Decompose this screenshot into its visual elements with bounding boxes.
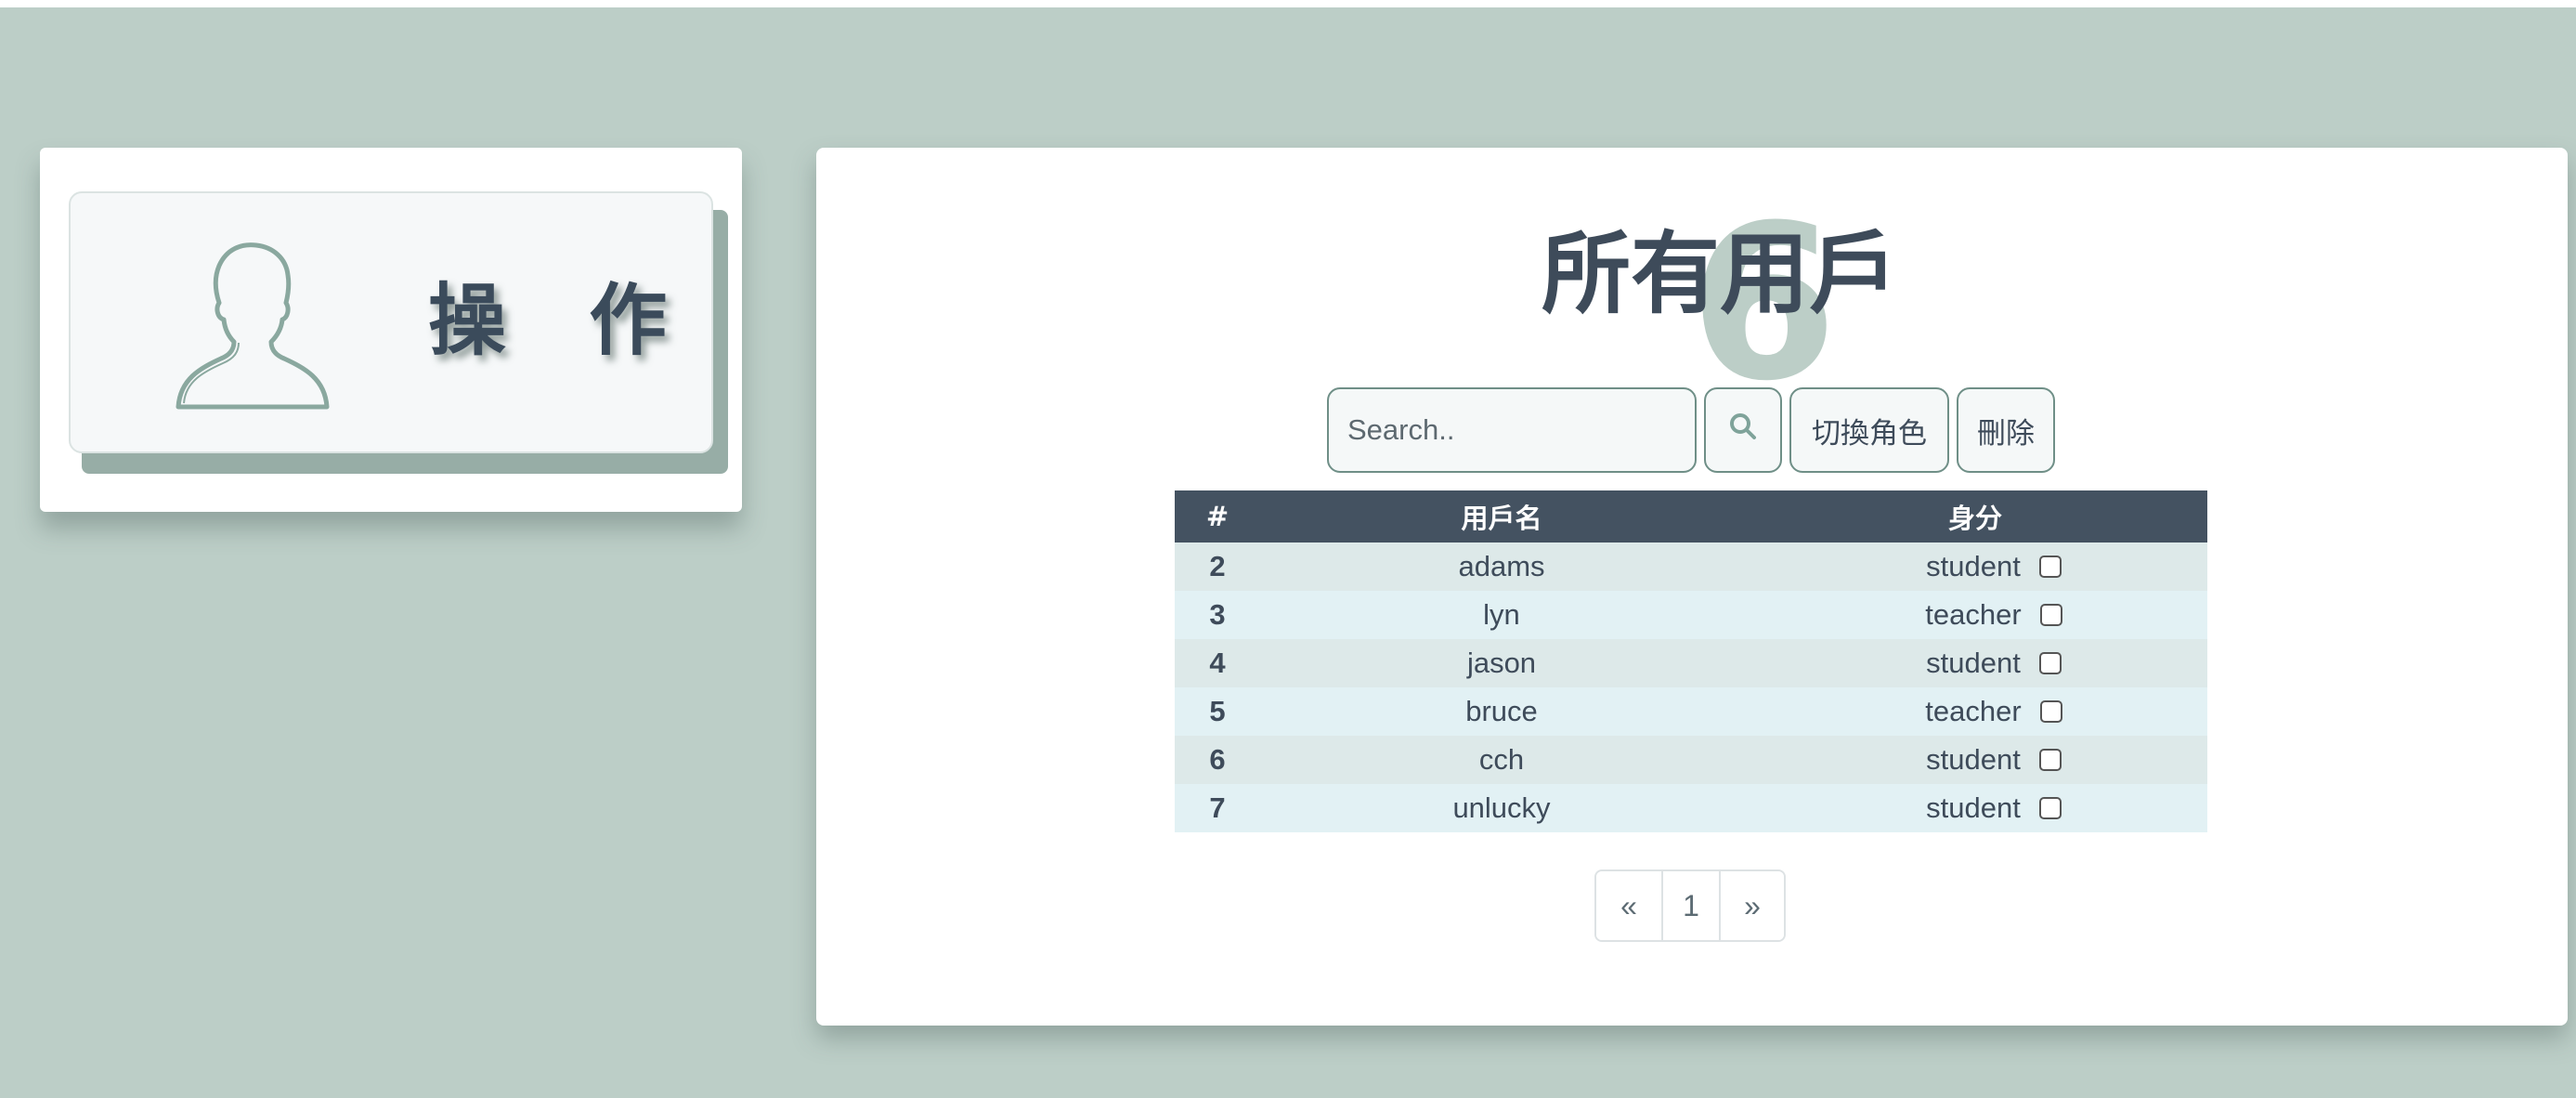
table-row[interactable]: 4 jason student bbox=[1175, 639, 2207, 687]
row-id: 7 bbox=[1209, 791, 1226, 824]
row-username: adams bbox=[1458, 550, 1545, 582]
table-row[interactable]: 6 cch student bbox=[1175, 736, 2207, 784]
action-label: 操 作 bbox=[428, 275, 696, 366]
page-title: 所有用戶 bbox=[1542, 222, 1898, 326]
header-username[interactable]: 用戶名 bbox=[1260, 490, 1743, 542]
search-button[interactable] bbox=[1704, 387, 1782, 473]
row-username: jason bbox=[1466, 647, 1537, 679]
row-role-cell: teacher bbox=[1743, 687, 2207, 736]
delete-button[interactable]: 刪除 bbox=[1957, 387, 2055, 473]
row-checkbox[interactable] bbox=[2038, 652, 2062, 674]
pagination: « 1 » bbox=[1594, 869, 1786, 942]
search-input[interactable] bbox=[1327, 387, 1697, 473]
main-panel: 6 所有用戶 切換角色 刪除 # 用戶名 身分 2 ada bbox=[816, 148, 2568, 1026]
toolbar: 切換角色 刪除 bbox=[1327, 387, 2055, 473]
page-number-button[interactable]: 1 bbox=[1661, 871, 1719, 940]
row-checkbox[interactable] bbox=[2038, 556, 2062, 578]
row-role-cell: student bbox=[1743, 784, 2207, 832]
table-row[interactable]: 7 unlucky student bbox=[1175, 784, 2207, 832]
row-role: student bbox=[1926, 791, 2021, 824]
row-username: bruce bbox=[1465, 695, 1538, 727]
row-role: student bbox=[1926, 550, 2021, 582]
top-strip bbox=[0, 0, 2576, 7]
row-id: 3 bbox=[1209, 598, 1226, 631]
page-next-button[interactable]: » bbox=[1719, 871, 1784, 940]
header-role[interactable]: 身分 bbox=[1743, 490, 2207, 542]
user-table: # 用戶名 身分 2 adams student 3 lyn teacher 4… bbox=[1175, 490, 2207, 832]
row-id: 2 bbox=[1209, 550, 1226, 582]
row-id: 4 bbox=[1209, 647, 1226, 679]
user-silhouette-icon bbox=[173, 240, 331, 411]
table-header-row: # 用戶名 身分 bbox=[1175, 490, 2207, 542]
header-number[interactable]: # bbox=[1175, 490, 1260, 542]
row-checkbox[interactable] bbox=[2038, 797, 2062, 819]
row-checkbox[interactable] bbox=[2038, 749, 2062, 771]
row-checkbox[interactable] bbox=[2039, 700, 2062, 723]
row-role: student bbox=[1926, 743, 2021, 776]
page-prev-button[interactable]: « bbox=[1596, 871, 1661, 940]
row-id: 6 bbox=[1209, 743, 1226, 776]
row-username: lyn bbox=[1483, 598, 1520, 631]
row-role: teacher bbox=[1925, 695, 2022, 727]
switch-role-button[interactable]: 切換角色 bbox=[1789, 387, 1949, 473]
table-row[interactable]: 3 lyn teacher bbox=[1175, 591, 2207, 639]
table-row[interactable]: 2 adams student bbox=[1175, 542, 2207, 591]
table-row[interactable]: 5 bruce teacher bbox=[1175, 687, 2207, 736]
row-id: 5 bbox=[1209, 695, 1226, 727]
row-role: student bbox=[1926, 647, 2021, 679]
search-icon bbox=[1727, 411, 1759, 450]
action-card[interactable]: 操 作 bbox=[69, 191, 713, 453]
row-role-cell: student bbox=[1743, 736, 2207, 784]
row-checkbox[interactable] bbox=[2039, 604, 2062, 626]
row-username: unlucky bbox=[1452, 791, 1551, 824]
row-role-cell: student bbox=[1743, 639, 2207, 687]
row-role: teacher bbox=[1925, 598, 2022, 631]
title-area: 6 所有用戶 bbox=[816, 198, 2568, 412]
row-role-cell: teacher bbox=[1743, 591, 2207, 639]
row-role-cell: student bbox=[1743, 542, 2207, 591]
row-username: cch bbox=[1478, 743, 1525, 776]
